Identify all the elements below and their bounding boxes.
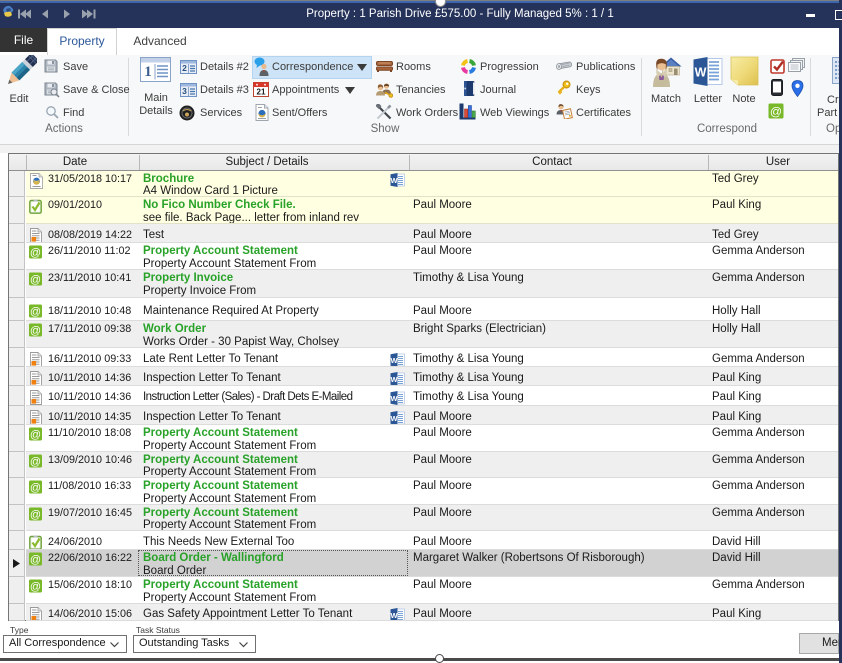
svg-text:W: W [390, 611, 398, 620]
svg-text:W: W [390, 356, 398, 365]
svg-text:@: @ [30, 554, 41, 566]
svg-text:W: W [390, 394, 398, 403]
svg-text:1: 1 [144, 64, 152, 80]
svg-text:W: W [390, 176, 398, 185]
svg-text:@: @ [30, 509, 41, 521]
svg-text:W: W [390, 375, 398, 384]
svg-text:@: @ [30, 325, 41, 337]
svg-text:@: @ [30, 456, 41, 468]
svg-text:@: @ [30, 247, 41, 259]
svg-text:@: @ [30, 482, 41, 494]
svg-text:@: @ [30, 429, 41, 441]
svg-text:W: W [390, 414, 398, 423]
svg-text:21: 21 [257, 88, 266, 97]
svg-text:3: 3 [182, 86, 187, 96]
svg-text:W: W [695, 66, 707, 80]
svg-text:@: @ [770, 105, 782, 119]
svg-text:2: 2 [182, 63, 187, 73]
svg-text:@: @ [30, 581, 41, 593]
svg-text:@: @ [30, 306, 41, 318]
svg-text:@: @ [30, 274, 41, 286]
